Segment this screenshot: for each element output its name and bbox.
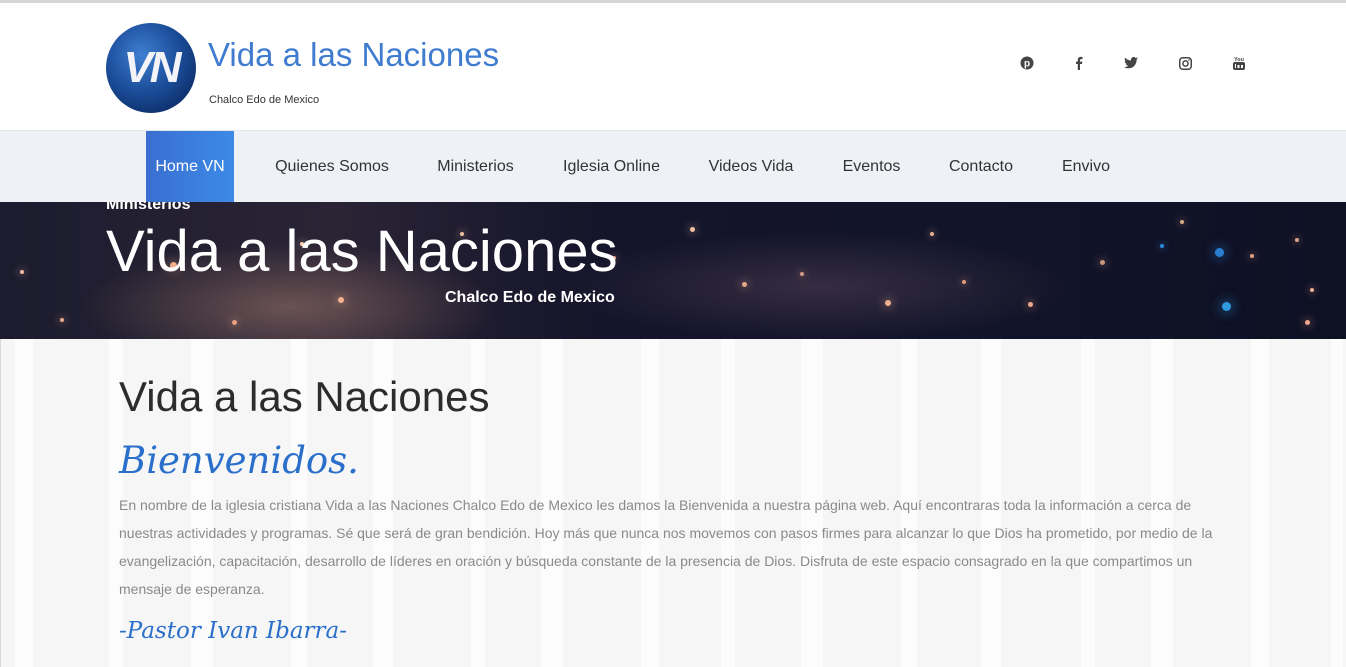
nav-item-eventos[interactable]: Eventos	[830, 131, 913, 203]
site-title[interactable]: Vida a las Naciones	[208, 36, 499, 74]
light-dot	[1215, 248, 1224, 257]
pinterest-icon[interactable]: p	[1017, 53, 1037, 73]
nav-item-home[interactable]: Home VN	[146, 131, 234, 203]
site-header: VN Vida a las Naciones Chalco Edo de Mex…	[0, 3, 1346, 130]
banner-title: Vida a las Naciones	[106, 219, 618, 284]
welcome-heading: Bienvenidos.	[119, 439, 359, 482]
nav-item-iglesia-online[interactable]: Iglesia Online	[551, 131, 672, 203]
pastor-signature: -Pastor Ivan Ibarra-	[119, 618, 348, 644]
pattern-stripe	[1251, 339, 1269, 667]
light-dot	[742, 282, 747, 287]
main-nav: Home VN Quienes Somos Ministerios Iglesi…	[0, 130, 1346, 203]
light-dot	[20, 270, 24, 274]
svg-text:You: You	[1234, 57, 1244, 63]
banner-subtitle: Chalco Edo de Mexico	[445, 289, 615, 306]
light-dot	[885, 300, 891, 306]
light-dot	[962, 280, 966, 284]
pattern-stripe	[1331, 339, 1343, 667]
light-dot	[690, 227, 695, 232]
light-dot	[1160, 244, 1164, 248]
youtube-icon[interactable]: You	[1229, 53, 1249, 73]
svg-text:p: p	[1024, 59, 1030, 70]
light-dot	[1222, 302, 1231, 311]
banner-kicker: Ministerios	[106, 202, 191, 213]
light-dot	[1295, 238, 1299, 242]
light-dot	[60, 318, 64, 322]
site-logo[interactable]: VN	[106, 23, 196, 113]
site-subtitle: Chalco Edo de Mexico	[209, 94, 320, 106]
light-dot	[1305, 320, 1310, 325]
light-dot	[1180, 220, 1184, 224]
light-dot	[1028, 302, 1033, 307]
hero-banner: Ministerios Vida a las Naciones Chalco E…	[0, 202, 1346, 339]
logo-text: VN	[123, 43, 181, 92]
page-title: Vida a las Naciones	[119, 373, 490, 420]
instagram-icon[interactable]	[1175, 53, 1195, 73]
facebook-icon[interactable]	[1069, 53, 1089, 73]
nav-item-quienes-somos[interactable]: Quienes Somos	[263, 131, 401, 203]
nav-item-videos-vida[interactable]: Videos Vida	[697, 131, 805, 203]
light-dot	[930, 232, 934, 236]
light-dot	[1310, 288, 1314, 292]
twitter-icon[interactable]	[1121, 53, 1141, 73]
welcome-section: Vida a las Naciones Bienvenidos. En nomb…	[1, 339, 1346, 667]
light-dot	[1250, 254, 1254, 258]
nav-item-envivo[interactable]: Envivo	[1050, 131, 1122, 203]
light-dot	[338, 297, 344, 303]
banner-glow	[560, 232, 1080, 339]
nav-item-contacto[interactable]: Contacto	[937, 131, 1025, 203]
nav-item-ministerios[interactable]: Ministerios	[425, 131, 526, 203]
light-dot	[800, 272, 804, 276]
pattern-stripe	[15, 339, 33, 667]
light-dot	[1100, 260, 1105, 265]
welcome-paragraph: En nombre de la iglesia cristiana Vida a…	[119, 497, 1213, 597]
light-dot	[232, 320, 237, 325]
